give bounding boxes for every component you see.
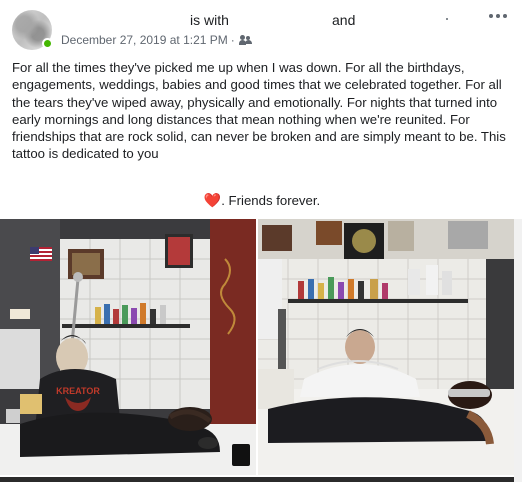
meta-separator: ·	[230, 33, 235, 47]
facebook-post: is with and December 27, 2019 at 1:21 PM…	[0, 0, 522, 482]
post-meta: December 27, 2019 at 1:21 PM ·	[61, 33, 253, 47]
next-photos-strip	[0, 477, 514, 482]
tagged-and-label: and	[332, 12, 356, 28]
tattoo-studio-photo-right	[258, 219, 514, 475]
post-body-text: For all the times they've picked me up w…	[12, 60, 506, 162]
ellipsis-icon[interactable]	[487, 9, 509, 23]
post-photo-1[interactable]: KREATOR	[0, 219, 256, 475]
post-photo-2[interactable]	[258, 219, 514, 475]
redacted-mark	[446, 18, 448, 20]
post-closing-line: ❤️. Friends forever.	[12, 192, 512, 209]
scrollbar[interactable]	[514, 219, 522, 482]
tagged-with-label: is with	[190, 12, 229, 28]
post-timestamp[interactable]: December 27, 2019 at 1:21 PM	[61, 33, 228, 47]
friends-icon[interactable]	[238, 35, 253, 45]
online-status-dot	[42, 38, 53, 49]
shirt-text: KREATOR	[56, 386, 100, 396]
tattoo-studio-photo-left: KREATOR	[0, 219, 256, 475]
heart-emoji: ❤️	[203, 192, 222, 208]
closing-text: . Friends forever.	[221, 193, 321, 208]
